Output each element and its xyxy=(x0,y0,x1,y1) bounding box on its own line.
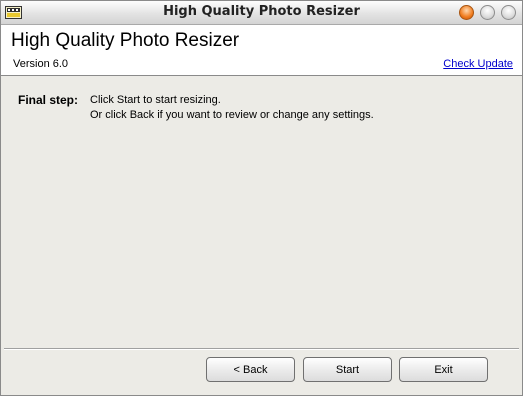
step-instruction: Click Start to start resizing. xyxy=(90,94,221,106)
close-icon[interactable] xyxy=(459,5,474,20)
app-window: High Quality Photo Resizer High Quality … xyxy=(0,0,523,396)
check-update-link[interactable]: Check Update xyxy=(443,58,513,70)
start-button[interactable]: Start xyxy=(303,357,392,382)
back-button[interactable]: < Back xyxy=(206,357,295,382)
content-area: Final step: Click Start to start resizin… xyxy=(1,76,522,348)
maximize-icon[interactable] xyxy=(501,5,516,20)
app-title: High Quality Photo Resizer xyxy=(11,30,240,51)
title-bar[interactable]: High Quality Photo Resizer xyxy=(1,1,522,25)
step-instruction: Or click Back if you want to review or c… xyxy=(90,109,374,121)
version-label: Version 6.0 xyxy=(13,58,69,70)
window-title: High Quality Photo Resizer xyxy=(163,4,360,19)
exit-button[interactable]: Exit xyxy=(399,357,488,382)
footer-separator xyxy=(4,348,519,350)
minimize-icon[interactable] xyxy=(480,5,495,20)
header-panel: High Quality Photo Resizer Version 6.0 C… xyxy=(1,25,522,76)
step-label: Final step: xyxy=(18,93,79,107)
